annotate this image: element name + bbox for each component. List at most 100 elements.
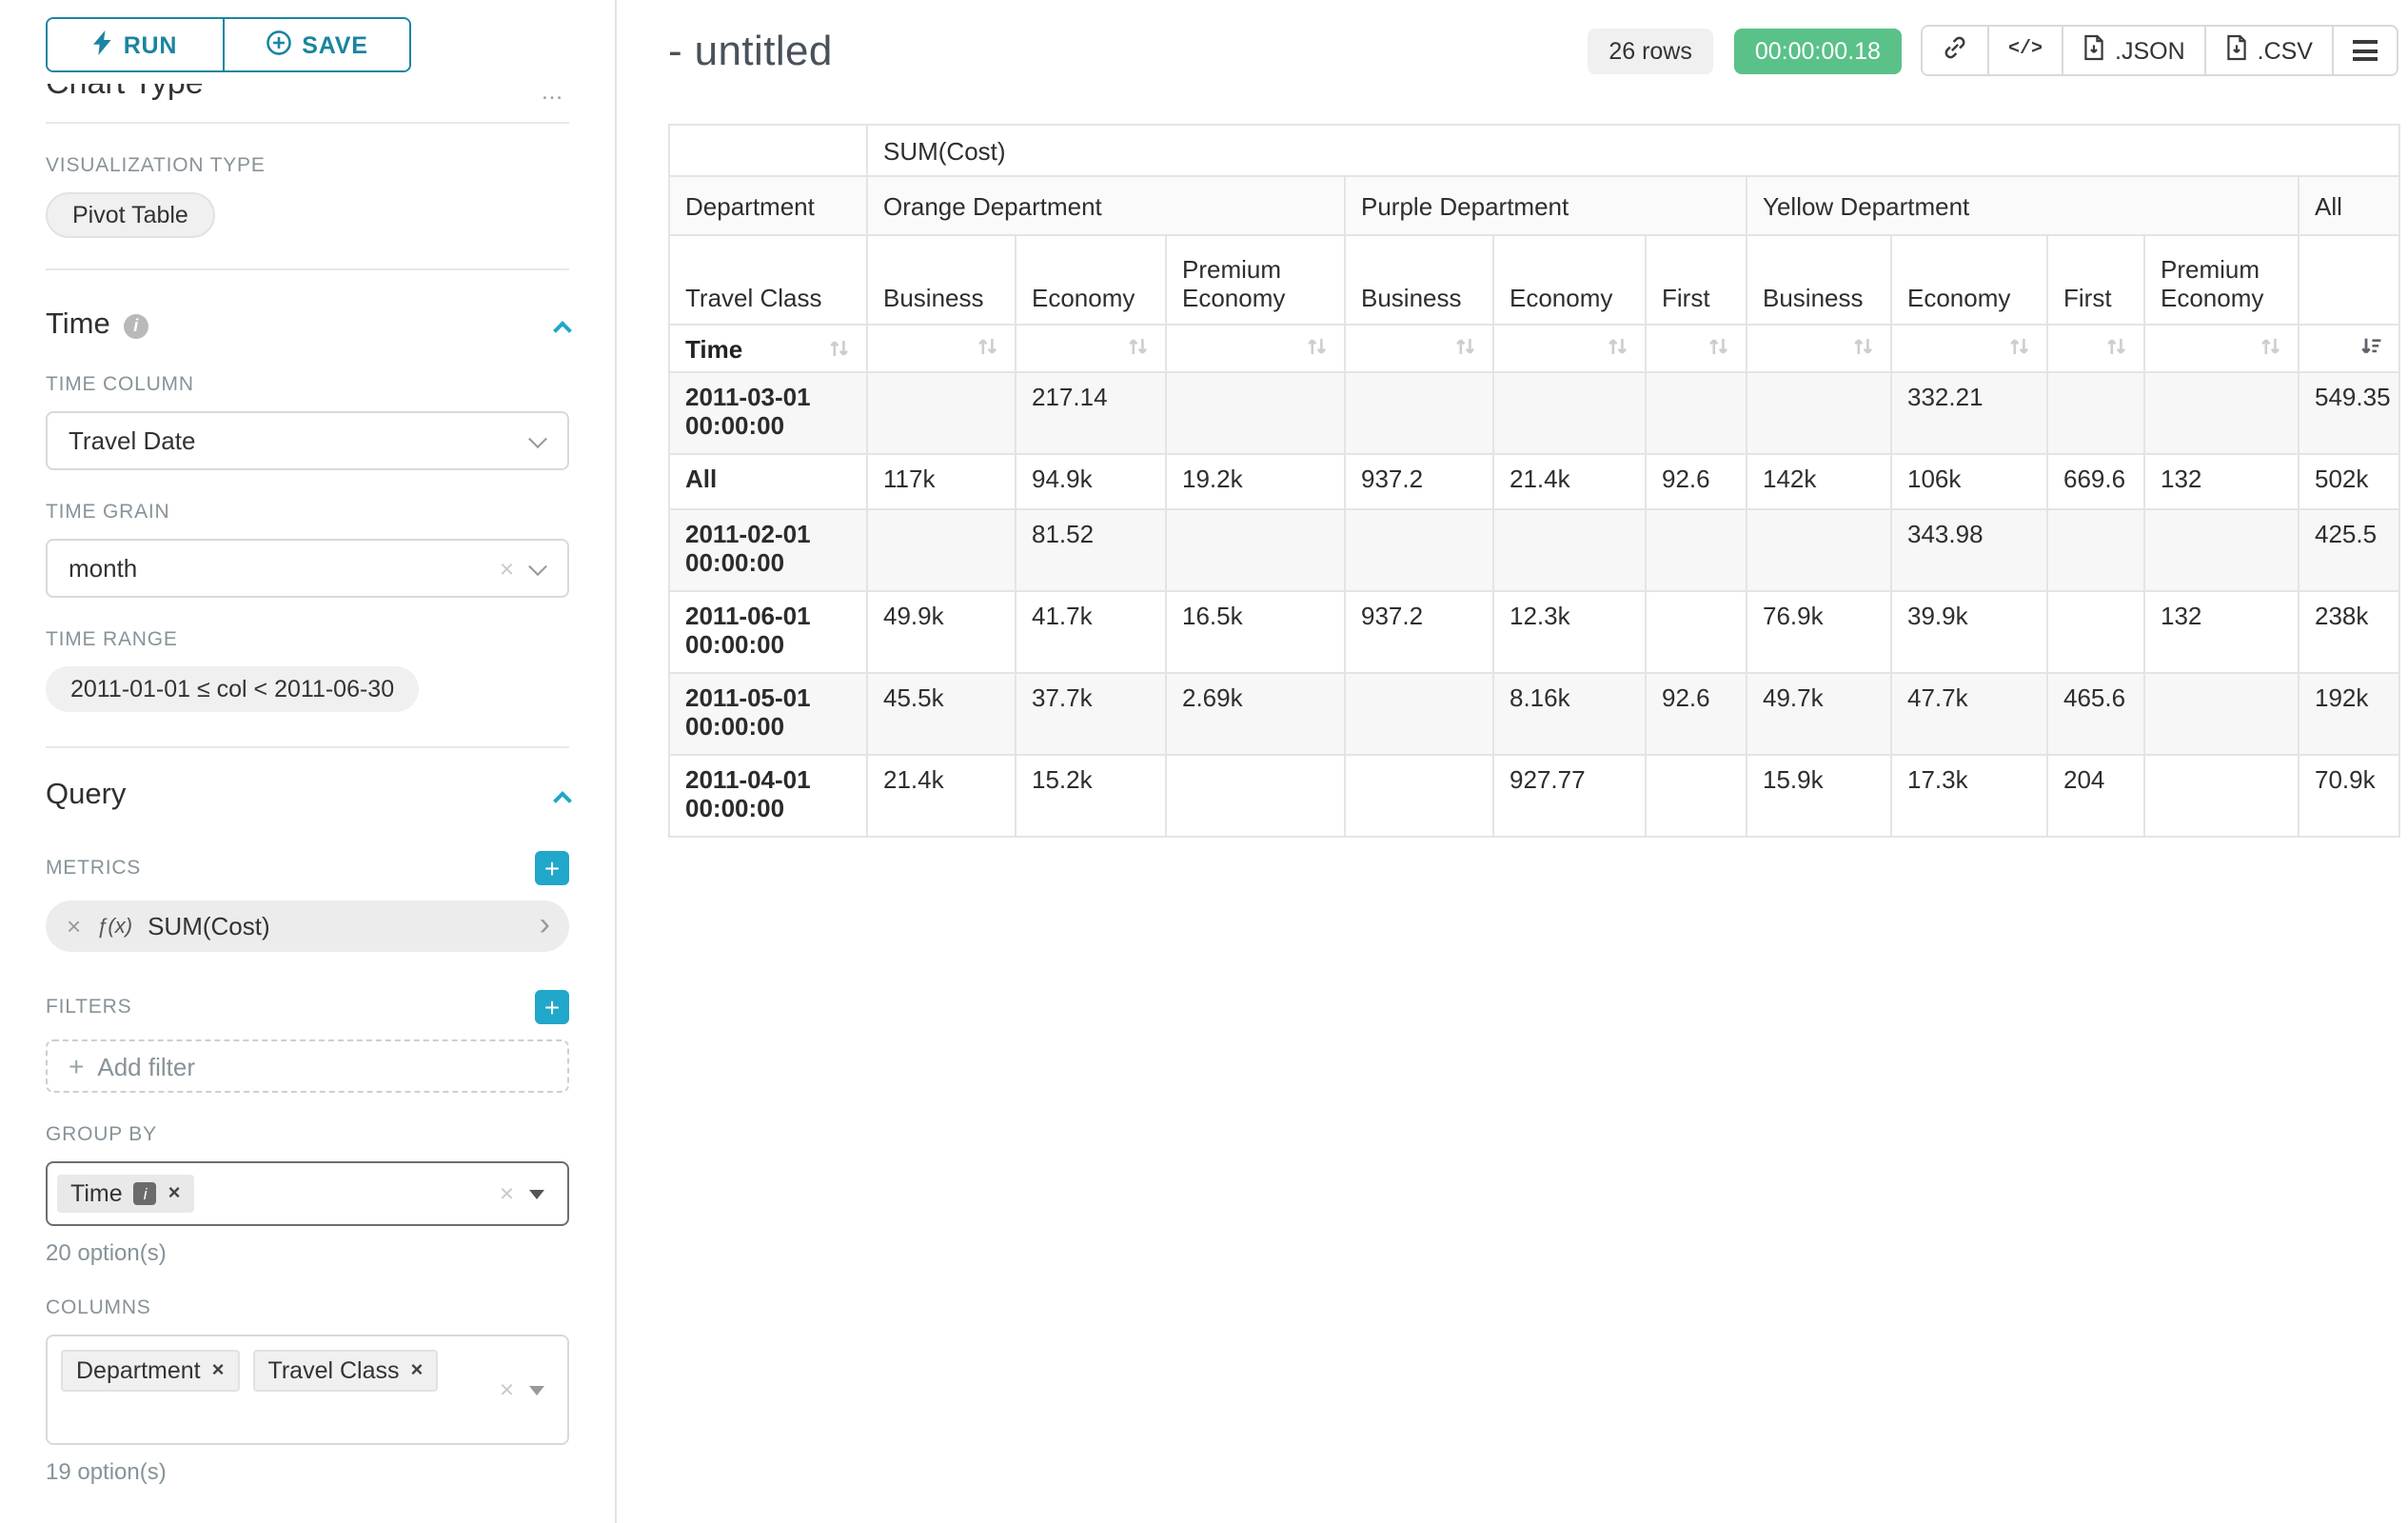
pivot-sort-header[interactable]: [1646, 325, 1747, 372]
pivot-cell: 502k: [2299, 454, 2399, 509]
pivot-col-header: [2299, 235, 2399, 325]
time-grain-select[interactable]: month ×: [46, 539, 569, 598]
pivot-sort-header[interactable]: [1891, 325, 2047, 372]
save-button[interactable]: SAVE: [223, 19, 409, 70]
link-icon: [1942, 34, 1968, 67]
remove-tag-icon[interactable]: ×: [212, 1359, 225, 1382]
group-by-select[interactable]: Time i × ×: [46, 1161, 569, 1226]
pivot-cell: 76.9k: [1747, 591, 1891, 673]
add-metric-button[interactable]: +: [535, 851, 569, 885]
metric-pill[interactable]: × ƒ(x) SUM(Cost) ›: [46, 900, 569, 952]
pivot-row: 2011-06-01 00:00:0049.9k41.7k16.5k937.21…: [669, 591, 2399, 673]
pivot-cell: 37.7k: [1016, 673, 1166, 755]
remove-tag-icon[interactable]: ×: [168, 1182, 181, 1205]
columns-select[interactable]: Department × Travel Class × ×: [46, 1335, 569, 1445]
pivot-cell: 192k: [2299, 673, 2399, 755]
pivot-cell: [2047, 372, 2144, 454]
pivot-cell: 49.9k: [867, 591, 1016, 673]
time-grain-value: month: [69, 554, 137, 583]
pivot-cell: 12.3k: [1493, 591, 1646, 673]
pivot-cell: [1646, 591, 1747, 673]
pivot-col-header: Business: [1747, 235, 1891, 325]
time-range-pill[interactable]: 2011-01-01 ≤ col < 2011-06-30: [46, 666, 419, 712]
sort-icon: [2260, 334, 2282, 357]
pivot-cell: [2144, 755, 2299, 837]
collapse-chevron-icon[interactable]: [553, 790, 572, 809]
visualization-type-pill[interactable]: Pivot Table: [46, 192, 215, 238]
pivot-cell: 106k: [1891, 454, 2047, 509]
pivot-col-header: Economy: [1493, 235, 1646, 325]
pivot-cell: 21.4k: [1493, 454, 1646, 509]
pivot-sort-header[interactable]: [2047, 325, 2144, 372]
export-csv-label: .CSV: [2258, 37, 2313, 64]
columns-tag-value: Department: [76, 1357, 201, 1384]
pivot-sort-header[interactable]: [1747, 325, 1891, 372]
time-column-select[interactable]: Travel Date: [46, 411, 569, 470]
pivot-cell: 16.5k: [1166, 591, 1345, 673]
pivot-cell: [1493, 509, 1646, 591]
pivot-group-header: Purple Department: [1345, 176, 1747, 235]
add-filter-icon-button[interactable]: +: [535, 990, 569, 1024]
clear-icon[interactable]: ×: [500, 1180, 514, 1205]
view-query-button[interactable]: </>: [1987, 25, 2063, 76]
pivot-cell: [1345, 509, 1493, 591]
save-button-label: SAVE: [302, 31, 367, 58]
menu-button[interactable]: [2332, 25, 2398, 76]
remove-tag-icon[interactable]: ×: [411, 1359, 424, 1382]
add-filter-button[interactable]: + Add filter: [46, 1039, 569, 1093]
pivot-cell: 19.2k: [1166, 454, 1345, 509]
add-filter-label: Add filter: [97, 1052, 195, 1080]
group-by-value: Time: [70, 1180, 123, 1207]
pivot-col-header: Premium Economy: [1166, 235, 1345, 325]
pivot-sort-header[interactable]: [2144, 325, 2299, 372]
pivot-cell: 41.7k: [1016, 591, 1166, 673]
pivot-sort-header[interactable]: [1345, 325, 1493, 372]
clear-icon[interactable]: ×: [500, 1376, 514, 1401]
collapse-chevron-icon[interactable]: [553, 320, 572, 339]
run-button[interactable]: RUN: [48, 19, 223, 70]
pivot-group-header: Orange Department: [867, 176, 1345, 235]
pivot-row: 2011-03-01 00:00:00217.14332.21549.35: [669, 372, 2399, 454]
run-save-button-group: RUN SAVE: [46, 17, 411, 72]
pivot-cell: 343.98: [1891, 509, 2047, 591]
pivot-sort-header[interactable]: [2299, 325, 2399, 372]
pivot-cell: 117k: [867, 454, 1016, 509]
pivot-cell: [1166, 755, 1345, 837]
chevron-down-icon: [528, 556, 547, 575]
pivot-row-label: 2011-03-01 00:00:00: [669, 372, 867, 454]
pivot-cell: 70.9k: [2299, 755, 2399, 837]
remove-metric-icon[interactable]: ×: [67, 912, 81, 940]
pivot-cell: 465.6: [2047, 673, 2144, 755]
columns-tag[interactable]: Travel Class ×: [253, 1350, 439, 1392]
pivot-col-header: First: [1646, 235, 1747, 325]
sort-icon: [1454, 334, 1477, 357]
pivot-sort-header[interactable]: [867, 325, 1016, 372]
pivot-cell: 17.3k: [1891, 755, 2047, 837]
pivot-cell: 81.52: [1016, 509, 1166, 591]
copy-link-button[interactable]: [1921, 25, 1989, 76]
pivot-cell: [1646, 755, 1747, 837]
divider: [46, 122, 569, 124]
pivot-cell: 332.21: [1891, 372, 2047, 454]
group-by-tag[interactable]: Time i ×: [57, 1175, 194, 1213]
pivot-sort-header[interactable]: [1016, 325, 1166, 372]
query-section-header: Query: [46, 779, 569, 813]
pivot-department-label: Department: [669, 176, 867, 235]
pivot-sort-header[interactable]: [1166, 325, 1345, 372]
export-csv-button[interactable]: .CSV: [2204, 25, 2334, 76]
columns-tag[interactable]: Department ×: [61, 1350, 240, 1392]
pivot-cell: 425.5: [2299, 509, 2399, 591]
clear-icon[interactable]: ×: [500, 555, 514, 580]
ellipsis-icon: …: [541, 84, 565, 105]
pivot-sort-header[interactable]: [1493, 325, 1646, 372]
explore-workspace: RUN SAVE Chart Type … VISUALIZATION TYPE…: [0, 0, 2408, 1523]
export-json-button[interactable]: .JSON: [2062, 25, 2206, 76]
pivot-cell: [1493, 372, 1646, 454]
pivot-sort-header[interactable]: Time: [669, 325, 867, 372]
pivot-cell: 92.6: [1646, 673, 1747, 755]
download-file-icon: [2082, 34, 2105, 67]
pivot-row: 2011-05-01 00:00:0045.5k37.7k2.69k8.16k9…: [669, 673, 2399, 755]
query-section-title: Query: [46, 779, 126, 813]
pivot-cell: 937.2: [1345, 591, 1493, 673]
sort-icon: [1127, 334, 1150, 357]
